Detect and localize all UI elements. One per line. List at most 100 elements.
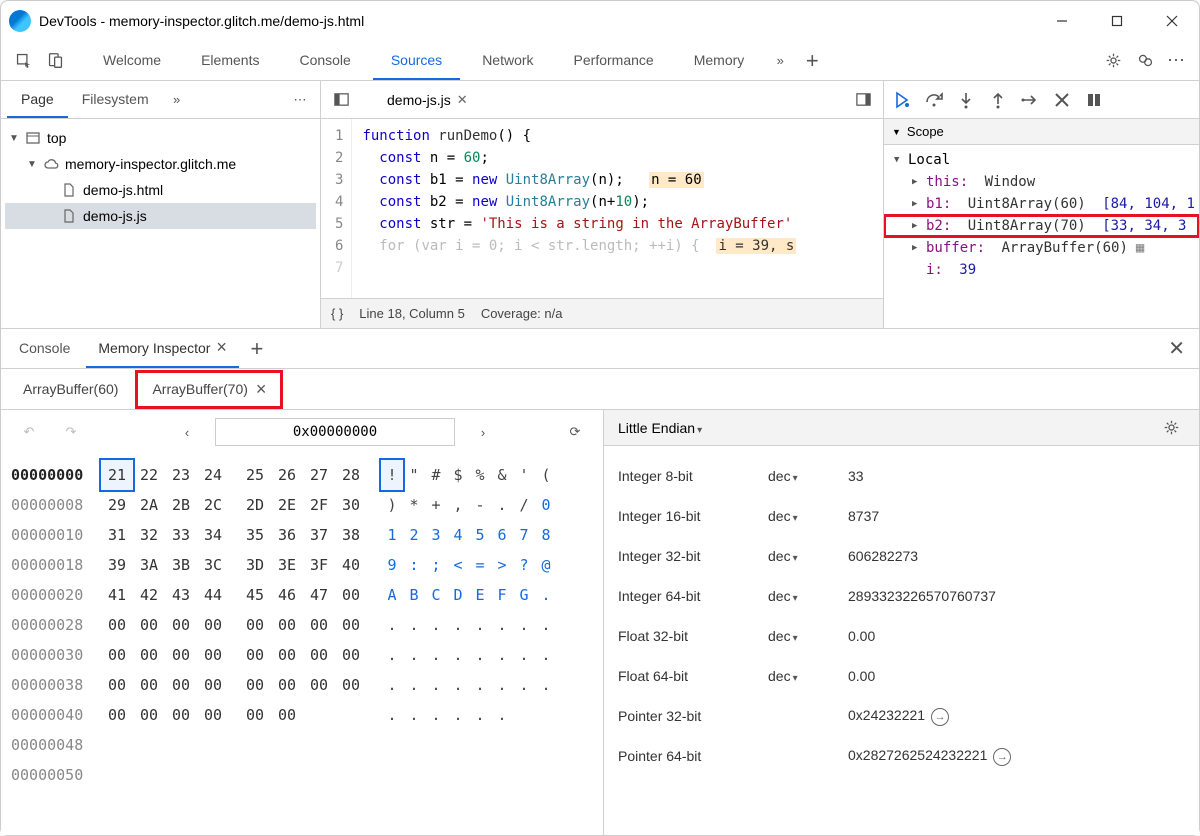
ascii-byte[interactable]: . xyxy=(381,610,403,640)
add-tab-icon[interactable]: + xyxy=(798,47,826,75)
value-format-select[interactable]: dec▾ xyxy=(768,588,848,604)
ascii-byte[interactable]: = xyxy=(469,550,491,580)
ascii-byte[interactable]: / xyxy=(513,490,535,520)
tree-top[interactable]: ▼ top xyxy=(5,125,316,151)
ascii-byte[interactable]: 8 xyxy=(535,520,557,550)
ascii-byte[interactable]: . xyxy=(403,640,425,670)
hex-byte[interactable]: 00 xyxy=(239,700,271,730)
ascii-byte[interactable]: . xyxy=(425,670,447,700)
redo-icon[interactable]: ↷ xyxy=(57,418,85,446)
ascii-byte[interactable]: 6 xyxy=(491,520,513,550)
hex-byte[interactable]: 00 xyxy=(133,700,165,730)
ascii-byte[interactable]: ? xyxy=(513,550,535,580)
hex-byte[interactable]: 40 xyxy=(335,550,367,580)
ascii-byte[interactable]: 2 xyxy=(403,520,425,550)
step-over-icon[interactable] xyxy=(924,90,944,110)
prev-page-icon[interactable]: ‹ xyxy=(173,418,201,446)
hex-byte[interactable]: 00 xyxy=(239,640,271,670)
ascii-byte[interactable]: . xyxy=(425,700,447,730)
tab-memory[interactable]: Memory xyxy=(676,42,763,80)
ascii-byte[interactable]: , xyxy=(447,490,469,520)
ascii-byte[interactable]: . xyxy=(447,670,469,700)
feedback-icon[interactable] xyxy=(1131,47,1159,75)
ascii-byte[interactable]: . xyxy=(403,670,425,700)
hex-byte[interactable]: 38 xyxy=(335,520,367,550)
hex-byte[interactable]: 25 xyxy=(239,460,271,490)
hex-byte[interactable]: 00 xyxy=(271,700,303,730)
hex-byte[interactable]: 3E xyxy=(271,550,303,580)
ascii-byte[interactable]: ' xyxy=(513,460,535,490)
hex-byte[interactable]: 31 xyxy=(101,520,133,550)
ascii-byte[interactable]: G xyxy=(513,580,535,610)
hex-byte[interactable]: 46 xyxy=(271,580,303,610)
hex-byte[interactable]: 00 xyxy=(271,640,303,670)
hex-byte[interactable]: 00 xyxy=(165,610,197,640)
hex-byte[interactable]: 27 xyxy=(303,460,335,490)
ascii-byte[interactable]: . xyxy=(447,640,469,670)
ascii-byte[interactable] xyxy=(513,700,535,730)
hex-byte[interactable]: 39 xyxy=(101,550,133,580)
tab-network[interactable]: Network xyxy=(464,42,551,80)
ascii-byte[interactable]: ; xyxy=(425,550,447,580)
window-minimize-button[interactable] xyxy=(1034,1,1089,41)
hex-byte[interactable]: 22 xyxy=(133,460,165,490)
hex-byte[interactable]: 47 xyxy=(303,580,335,610)
tree-file-js[interactable]: demo-js.js xyxy=(5,203,316,229)
goto-address-icon[interactable]: → xyxy=(993,748,1011,766)
ascii-byte[interactable]: . xyxy=(535,580,557,610)
tab-welcome[interactable]: Welcome xyxy=(85,42,179,80)
hex-byte[interactable]: 2D xyxy=(239,490,271,520)
scope-var-buffer[interactable]: ▶buffer: ArrayBuffer(60)▦ xyxy=(884,237,1199,259)
ascii-byte[interactable]: D xyxy=(447,580,469,610)
ascii-byte[interactable]: - xyxy=(469,490,491,520)
undo-icon[interactable]: ↶ xyxy=(15,418,43,446)
scope-var-this[interactable]: ▶this: Window xyxy=(884,171,1199,193)
hex-byte[interactable]: 34 xyxy=(197,520,229,550)
hex-byte[interactable]: 00 xyxy=(335,580,367,610)
ascii-byte[interactable]: ! xyxy=(381,460,403,490)
ascii-byte[interactable]: 3 xyxy=(425,520,447,550)
inspect-element-icon[interactable] xyxy=(9,47,37,75)
ascii-byte[interactable]: . xyxy=(469,640,491,670)
hex-byte[interactable]: 2C xyxy=(197,490,229,520)
step-out-icon[interactable] xyxy=(988,90,1008,110)
ascii-byte[interactable]: . xyxy=(469,700,491,730)
hex-byte[interactable]: 43 xyxy=(165,580,197,610)
hex-byte[interactable]: 00 xyxy=(335,670,367,700)
hex-byte[interactable]: 00 xyxy=(101,670,133,700)
ascii-byte[interactable]: F xyxy=(491,580,513,610)
hex-byte[interactable]: 00 xyxy=(133,640,165,670)
ascii-byte[interactable]: 4 xyxy=(447,520,469,550)
navigator-more-icon[interactable]: » xyxy=(163,86,191,114)
hex-byte[interactable]: 00 xyxy=(271,610,303,640)
ascii-byte[interactable]: . xyxy=(425,640,447,670)
hex-byte[interactable]: 23 xyxy=(165,460,197,490)
ascii-byte[interactable]: E xyxy=(469,580,491,610)
hex-byte[interactable]: 00 xyxy=(101,700,133,730)
hex-byte[interactable]: 36 xyxy=(271,520,303,550)
hex-byte[interactable]: 00 xyxy=(165,640,197,670)
hex-byte[interactable]: 3F xyxy=(303,550,335,580)
hex-byte[interactable]: 2A xyxy=(133,490,165,520)
ascii-byte[interactable]: ) xyxy=(381,490,403,520)
ascii-byte[interactable]: $ xyxy=(447,460,469,490)
ascii-byte[interactable]: ( xyxy=(535,460,557,490)
more-tabs-icon[interactable]: » xyxy=(766,47,794,75)
value-format-select[interactable]: dec▾ xyxy=(768,508,848,524)
ascii-byte[interactable]: @ xyxy=(535,550,557,580)
hex-byte[interactable] xyxy=(335,700,367,730)
ascii-byte[interactable]: . xyxy=(469,610,491,640)
hex-byte[interactable] xyxy=(303,700,335,730)
hex-byte[interactable]: 00 xyxy=(133,610,165,640)
hex-byte[interactable]: 28 xyxy=(335,460,367,490)
ascii-byte[interactable]: # xyxy=(425,460,447,490)
scope-var-b2[interactable]: ▶b2: Uint8Array(70) [33, 34, 3 xyxy=(884,215,1199,237)
ascii-byte[interactable]: C xyxy=(425,580,447,610)
ascii-byte[interactable]: > xyxy=(491,550,513,580)
hex-byte[interactable]: 00 xyxy=(197,610,229,640)
close-drawer-icon[interactable]: ✕ xyxy=(1168,336,1185,361)
hex-byte[interactable]: 00 xyxy=(335,640,367,670)
ascii-byte[interactable]: . xyxy=(513,610,535,640)
ascii-byte[interactable]: . xyxy=(381,640,403,670)
hex-grid[interactable]: 000000002122232425262728!"#$%&'(00000008… xyxy=(1,454,603,835)
